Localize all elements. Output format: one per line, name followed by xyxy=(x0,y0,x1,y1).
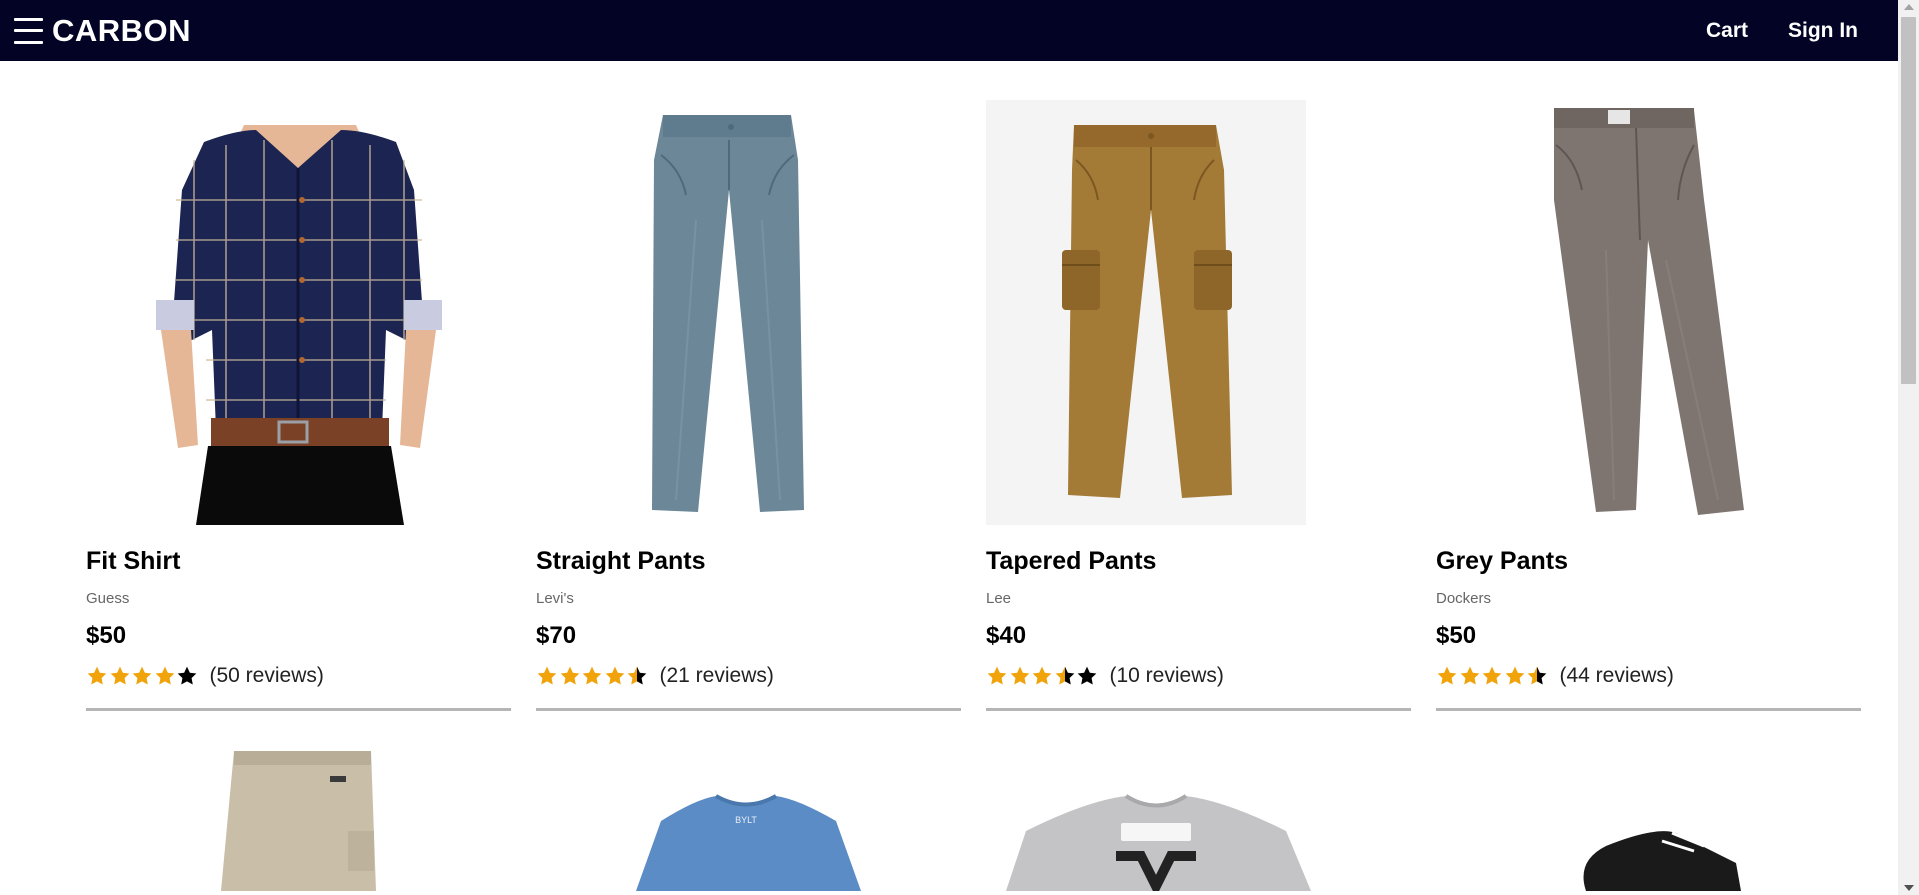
rating-stars xyxy=(86,665,199,687)
star-half-icon xyxy=(1527,666,1547,685)
brand-area: CARBON xyxy=(0,0,191,61)
scroll-up-arrow-icon[interactable] xyxy=(1904,4,1914,10)
sign-in-link[interactable]: Sign In xyxy=(1788,19,1858,43)
product-title[interactable]: Fit Shirt xyxy=(86,546,511,576)
product-image[interactable] xyxy=(86,100,511,525)
review-count[interactable]: (44 reviews) xyxy=(1560,664,1674,688)
hamburger-menu-icon[interactable] xyxy=(14,17,43,44)
star-full-icon xyxy=(605,666,624,685)
scrollbar-thumb[interactable] xyxy=(1901,17,1916,384)
star-full-icon xyxy=(1032,666,1052,685)
star-full-icon xyxy=(155,666,174,685)
rating-stars xyxy=(1436,665,1549,687)
product-card[interactable] xyxy=(1436,751,1861,891)
product-title[interactable]: Grey Pants xyxy=(1436,546,1861,576)
product-card[interactable]: BYLT xyxy=(536,751,961,891)
product-brand: Lee xyxy=(986,590,1012,607)
header-nav: Cart Sign In xyxy=(1666,19,1898,43)
star-half-icon xyxy=(627,666,647,685)
product-card[interactable]: Fit Shirt Guess $50 (50 reviews) xyxy=(86,100,511,711)
product-image[interactable] xyxy=(986,751,1411,891)
card-divider xyxy=(1436,708,1861,711)
product-image[interactable] xyxy=(1436,751,1861,891)
product-price: $50 xyxy=(86,622,127,649)
product-price: $50 xyxy=(1436,622,1477,649)
vertical-scrollbar[interactable] xyxy=(1898,0,1919,895)
product-rating: (21 reviews) xyxy=(536,663,961,689)
star-full-icon xyxy=(537,666,557,685)
star-full-icon xyxy=(1505,666,1524,685)
scroll-down-arrow-icon[interactable] xyxy=(1904,885,1914,891)
star-full-icon xyxy=(132,666,152,685)
product-title[interactable]: Tapered Pants xyxy=(986,546,1411,576)
top-navbar: CARBON Cart Sign In xyxy=(0,0,1898,61)
review-count[interactable]: (21 reviews) xyxy=(660,664,774,688)
product-rating: (50 reviews) xyxy=(86,663,511,689)
product-image[interactable] xyxy=(86,751,511,891)
star-full-icon xyxy=(110,666,129,685)
product-title[interactable]: Straight Pants xyxy=(536,546,961,576)
product-card[interactable]: Grey Pants Dockers $50 (44 reviews) xyxy=(1436,100,1861,711)
star-full-icon xyxy=(1460,666,1479,685)
product-grid: Fit Shirt Guess $50 (50 reviews) Straigh… xyxy=(86,100,1861,891)
site-logo[interactable]: CARBON xyxy=(52,13,191,49)
product-image[interactable] xyxy=(1436,100,1861,525)
card-divider xyxy=(86,708,511,711)
star-full-icon xyxy=(1437,666,1457,685)
svg-text:BYLT: BYLT xyxy=(735,815,757,825)
star-full-icon xyxy=(1010,666,1029,685)
product-brand: Dockers xyxy=(1436,590,1492,607)
card-divider xyxy=(986,708,1411,711)
star-full-icon xyxy=(560,666,579,685)
star-empty-icon xyxy=(1077,666,1097,685)
product-card[interactable]: Straight Pants Levi's $70 (21 reviews) xyxy=(536,100,961,711)
review-count[interactable]: (10 reviews) xyxy=(1110,664,1224,688)
star-half-icon xyxy=(1055,666,1074,685)
star-full-icon xyxy=(987,666,1007,685)
product-brand: Levi's xyxy=(536,590,574,607)
card-divider xyxy=(536,708,961,711)
product-image[interactable]: BYLT xyxy=(536,751,961,891)
review-count[interactable]: (50 reviews) xyxy=(210,664,324,688)
star-full-icon xyxy=(582,666,602,685)
rating-stars xyxy=(986,665,1099,687)
product-card[interactable] xyxy=(986,751,1411,891)
product-rating: (10 reviews) xyxy=(986,663,1411,689)
product-image[interactable] xyxy=(986,100,1411,525)
product-card[interactable] xyxy=(86,751,511,891)
star-full-icon xyxy=(1482,666,1502,685)
product-rating: (44 reviews) xyxy=(1436,663,1861,689)
star-empty-icon xyxy=(177,666,197,685)
cart-link[interactable]: Cart xyxy=(1706,19,1748,43)
product-image[interactable] xyxy=(536,100,961,525)
product-price: $40 xyxy=(986,622,1027,649)
star-full-icon xyxy=(87,666,107,685)
product-brand: Guess xyxy=(86,590,130,607)
rating-stars xyxy=(536,665,649,687)
product-card[interactable]: Tapered Pants Lee $40 (10 reviews) xyxy=(986,100,1411,711)
product-price: $70 xyxy=(536,622,577,649)
